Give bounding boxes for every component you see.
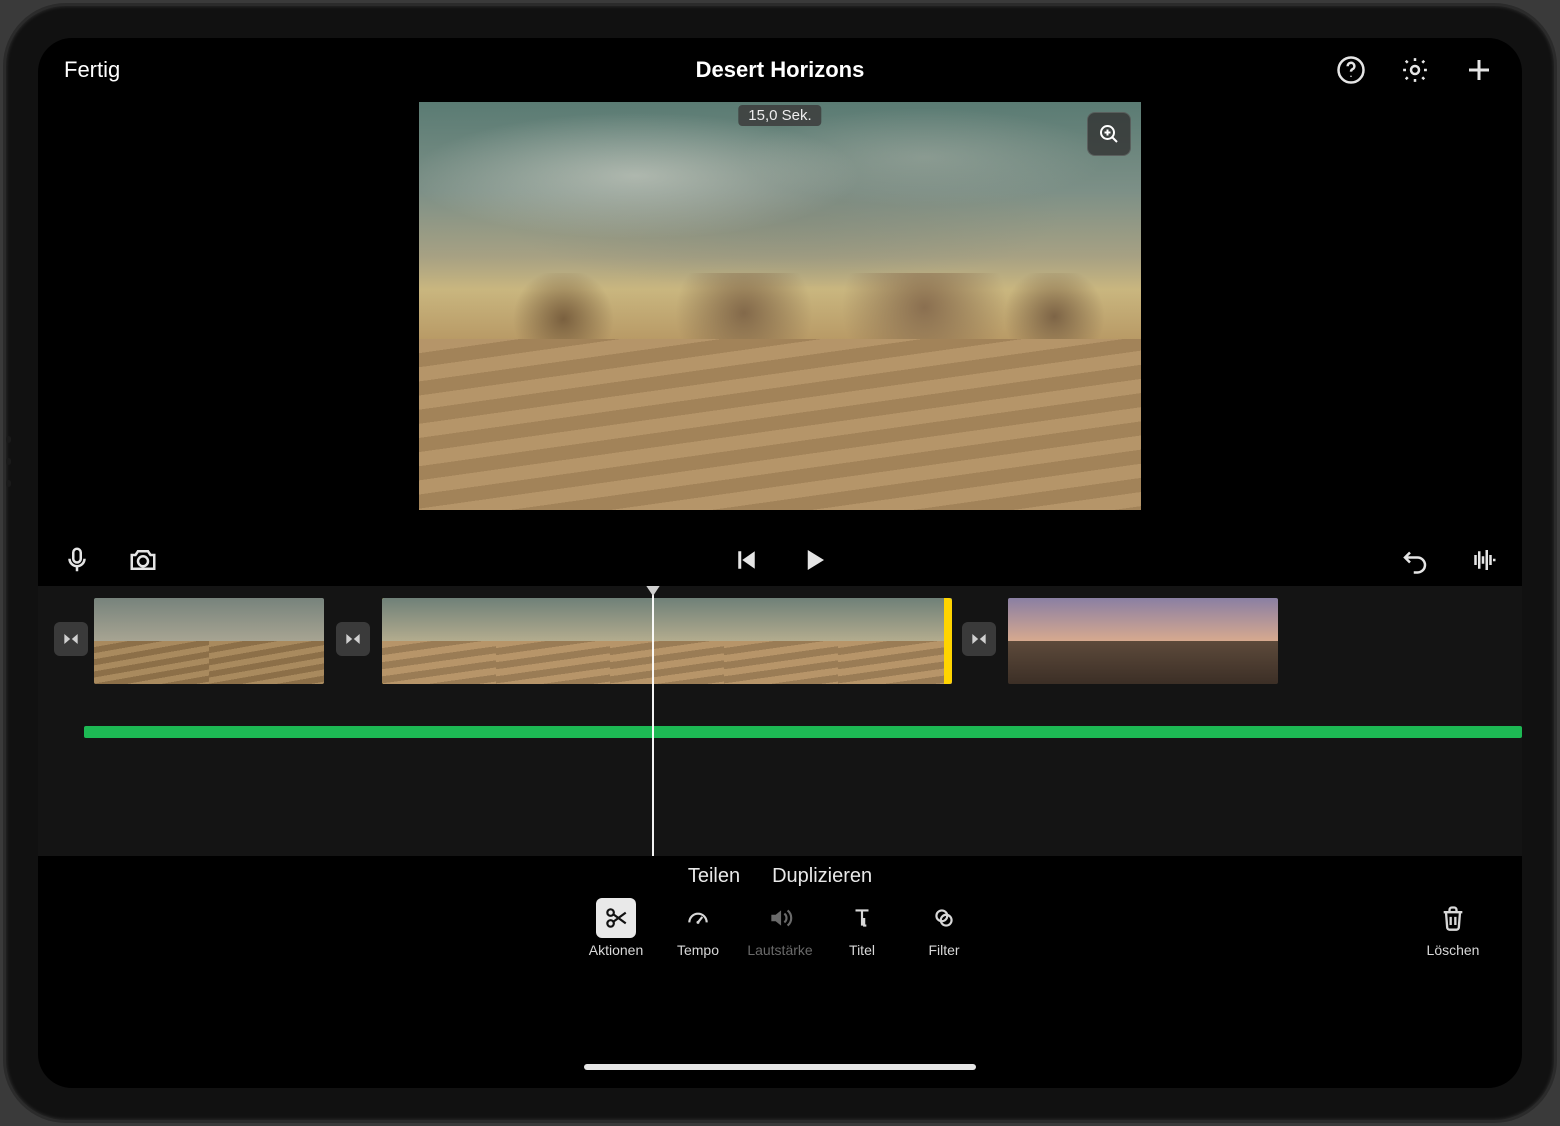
volume-tool: Lautstärke — [739, 898, 821, 988]
playhead-handle[interactable] — [645, 586, 661, 598]
actions-tool[interactable]: Aktionen — [575, 898, 657, 988]
tool-label: Tempo — [677, 942, 719, 958]
ipad-frame: Fertig Desert Horizons 15,0 Sek. — [6, 6, 1554, 1120]
device-port — [6, 458, 11, 465]
trash-icon — [1433, 898, 1473, 938]
tool-label: Titel — [849, 942, 875, 958]
play-icon[interactable] — [797, 543, 831, 577]
timeline[interactable] — [38, 586, 1522, 856]
timeline-clip[interactable] — [94, 598, 324, 684]
help-icon[interactable] — [1334, 53, 1368, 87]
timeline-clip[interactable] — [1008, 598, 1278, 684]
tempo-tool[interactable]: Tempo — [657, 898, 739, 988]
tool-label: Filter — [928, 942, 959, 958]
audio-track[interactable] — [84, 726, 1522, 738]
playback-controls — [38, 538, 1522, 582]
edit-toolbar: Aktionen Tempo Lautstärke Titel — [38, 898, 1522, 988]
speedometer-icon — [678, 898, 718, 938]
camera-icon[interactable] — [126, 543, 160, 577]
gear-icon[interactable] — [1398, 53, 1432, 87]
top-bar: Fertig Desert Horizons — [38, 38, 1522, 102]
playhead[interactable] — [652, 586, 654, 856]
filter-circles-icon — [924, 898, 964, 938]
clip-duration-badge: 15,0 Sek. — [738, 105, 821, 126]
tool-label: Aktionen — [589, 942, 643, 958]
trim-handle-right[interactable] — [944, 598, 952, 684]
done-button[interactable]: Fertig — [64, 57, 120, 83]
tool-label: Lautstärke — [747, 942, 812, 958]
device-port — [6, 480, 11, 487]
video-preview[interactable]: 15,0 Sek. — [419, 102, 1141, 510]
app-screen: Fertig Desert Horizons 15,0 Sek. — [38, 38, 1522, 1088]
undo-icon[interactable] — [1398, 543, 1432, 577]
preview-area: 15,0 Sek. — [38, 102, 1522, 532]
transition-marker[interactable] — [336, 622, 370, 656]
plus-icon[interactable] — [1462, 53, 1496, 87]
transition-marker[interactable] — [962, 622, 996, 656]
skip-back-icon[interactable] — [729, 543, 763, 577]
scissors-icon — [596, 898, 636, 938]
filter-tool[interactable]: Filter — [903, 898, 985, 988]
project-title: Desert Horizons — [38, 57, 1522, 83]
clips-track — [38, 598, 1522, 690]
split-button[interactable]: Teilen — [688, 865, 740, 888]
magnify-plus-icon[interactable] — [1087, 112, 1131, 156]
clip-subactions: Teilen Duplizieren — [38, 856, 1522, 896]
title-tool[interactable]: Titel — [821, 898, 903, 988]
duplicate-button[interactable]: Duplizieren — [772, 865, 872, 888]
transition-marker[interactable] — [54, 622, 88, 656]
timeline-clip-selected[interactable] — [382, 598, 952, 684]
device-port — [6, 436, 11, 443]
delete-button[interactable]: Löschen — [1418, 898, 1488, 958]
mic-icon[interactable] — [60, 543, 94, 577]
waveform-icon[interactable] — [1466, 543, 1500, 577]
home-indicator[interactable] — [584, 1064, 976, 1070]
text-icon — [842, 898, 882, 938]
speaker-icon — [760, 898, 800, 938]
tool-label: Löschen — [1427, 942, 1480, 958]
